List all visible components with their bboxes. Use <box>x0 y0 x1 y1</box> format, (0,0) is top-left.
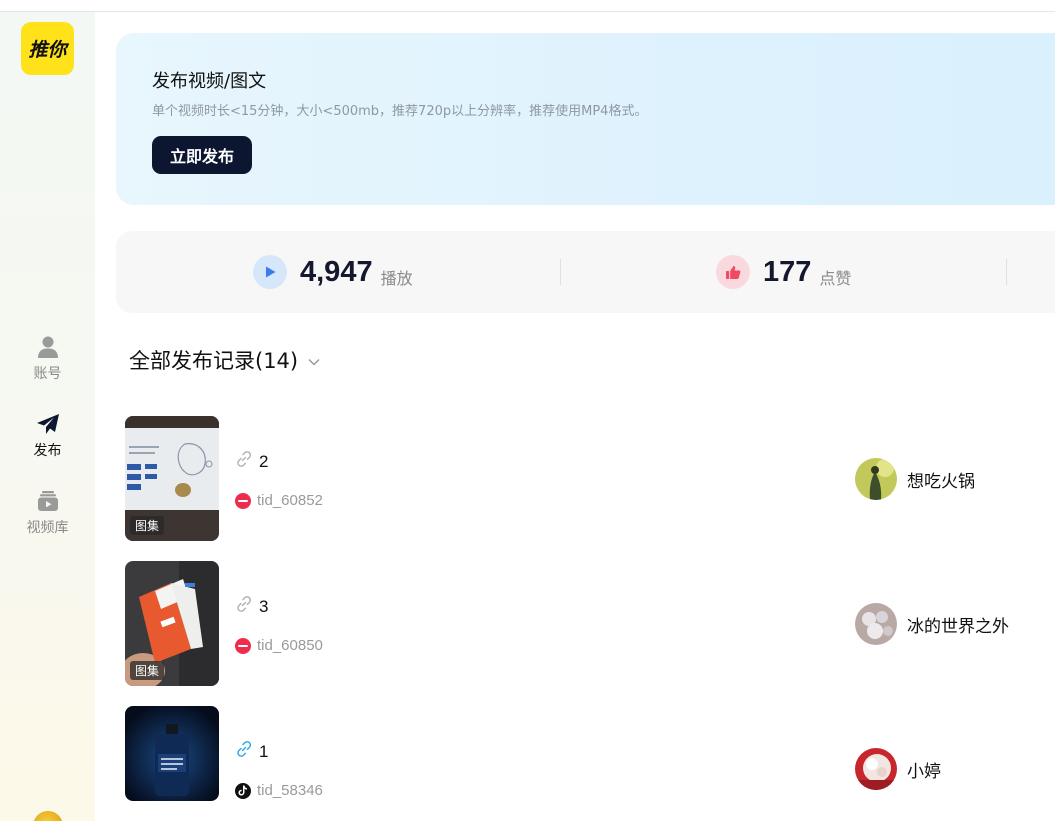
account-id: tid_60852 <box>257 492 323 509</box>
douyin-icon <box>235 782 251 799</box>
sidebar-item-label: 视频库 <box>26 520 69 536</box>
gallery-tag: 图集 <box>130 516 165 535</box>
link-count[interactable]: 2 <box>235 450 268 473</box>
sidebar-item-label: 账号 <box>33 366 62 382</box>
record-row[interactable]: 图集 2 tid_60852 想吃火锅 <box>125 416 1055 541</box>
video-library-icon <box>35 488 61 514</box>
sidebar: 推你 账号 发布 视频库 <box>0 12 95 821</box>
xiaohongshu-icon <box>235 637 251 654</box>
sidebar-item-account[interactable]: 账号 <box>0 334 95 383</box>
platform-account: tid_60852 <box>235 492 323 509</box>
record-thumbnail[interactable]: 图集 <box>125 561 219 686</box>
record-user[interactable]: 冰的世界之外 <box>855 603 1009 645</box>
stat-likes: 177 点赞 <box>716 231 851 313</box>
avatar <box>855 748 897 790</box>
sidebar-item-label: 发布 <box>33 443 62 459</box>
link-icon <box>235 450 253 473</box>
record-row[interactable]: 1 tid_58346 小婷 <box>125 706 1055 821</box>
records-filter-dropdown[interactable]: 全部发布记录(14) <box>129 345 320 375</box>
link-count-value: 3 <box>259 596 269 616</box>
record-user[interactable]: 想吃火锅 <box>855 458 975 500</box>
record-row[interactable]: 图集 3 tid_60850 冰的世界之外 <box>125 561 1055 686</box>
record-thumbnail[interactable] <box>125 706 219 801</box>
avatar <box>855 458 897 500</box>
stat-plays: 4,947 播放 <box>253 231 413 313</box>
play-icon <box>253 255 287 289</box>
platform-account: tid_58346 <box>235 782 323 799</box>
stat-divider <box>560 259 561 285</box>
banner-title: 发布视频/图文 <box>152 71 267 92</box>
chevron-down-icon <box>308 353 320 371</box>
user-name: 冰的世界之外 <box>907 616 1009 637</box>
stat-divider <box>1006 259 1007 285</box>
likes-value: 177 <box>763 255 812 288</box>
account-id: tid_58346 <box>257 782 323 799</box>
current-user-avatar[interactable] <box>33 811 63 821</box>
link-count-value: 2 <box>259 451 269 471</box>
platform-account: tid_60850 <box>235 637 323 654</box>
sidebar-item-video-library[interactable]: 视频库 <box>0 488 95 537</box>
paper-plane-icon <box>35 411 61 437</box>
avatar <box>855 603 897 645</box>
plays-value: 4,947 <box>300 255 373 288</box>
user-icon <box>35 334 61 360</box>
banner-description: 单个视频时长<15分钟，大小<500mb，推荐720p以上分辨率，推荐使用MP4… <box>152 104 648 119</box>
user-name: 想吃火锅 <box>907 471 975 492</box>
user-name: 小婷 <box>907 761 941 782</box>
record-user[interactable]: 小婷 <box>855 748 941 790</box>
link-count[interactable]: 1 <box>235 740 268 763</box>
plays-unit: 播放 <box>380 268 413 288</box>
top-border <box>0 0 1055 12</box>
thumbs-up-icon <box>716 255 750 289</box>
link-count[interactable]: 3 <box>235 595 268 618</box>
gallery-tag: 图集 <box>130 661 165 680</box>
publish-banner: 发布视频/图文 单个视频时长<15分钟，大小<500mb，推荐720p以上分辨率… <box>116 33 1055 205</box>
record-thumbnail[interactable]: 图集 <box>125 416 219 541</box>
sidebar-item-publish[interactable]: 发布 <box>0 411 95 460</box>
stats-panel: 4,947 播放 177 点赞 <box>116 231 1055 313</box>
link-count-value: 1 <box>259 741 269 761</box>
records-title: 全部发布记录(14) <box>129 349 299 373</box>
xiaohongshu-icon <box>235 492 251 509</box>
publish-now-button[interactable]: 立即发布 <box>152 136 252 174</box>
app-logo[interactable]: 推你 <box>21 22 74 75</box>
account-id: tid_60850 <box>257 637 323 654</box>
link-icon <box>235 595 253 618</box>
likes-unit: 点赞 <box>819 268 852 288</box>
link-icon <box>235 740 253 763</box>
